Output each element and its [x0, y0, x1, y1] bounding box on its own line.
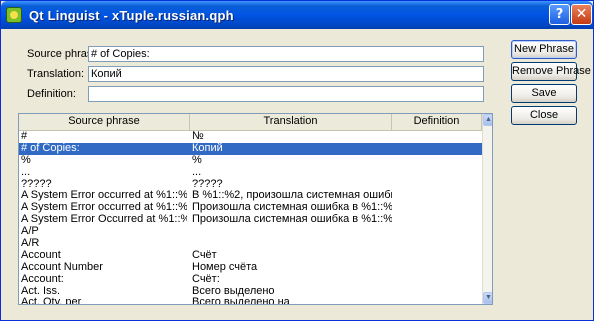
translation-cell: %	[192, 154, 202, 166]
save-button[interactable]: Save	[511, 84, 577, 103]
remove-phrase-button[interactable]: Remove Phrase	[511, 62, 591, 81]
table-row[interactable]: ......	[19, 167, 482, 179]
table-row[interactable]: A System Error Occurred at %1::%2. Произо…	[19, 214, 482, 226]
table-body: # № # of Copies: Копий%%......?????????? A S…	[19, 131, 482, 305]
translation-cell: Произошла системная ошибка в %1::%2.	[192, 202, 392, 214]
definition-field[interactable]	[88, 86, 484, 102]
close-button[interactable]: Close	[511, 106, 577, 125]
table-row[interactable]: A/R	[19, 238, 482, 250]
phrase-table[interactable]: Source phrase Translation Definition # № #…	[18, 113, 493, 305]
table-row[interactable]: Account Счёт	[19, 250, 482, 262]
translation-cell: Счёт	[192, 249, 217, 261]
qt-linguist-icon	[6, 7, 22, 23]
table-row[interactable]: A System Error occurred at %1::%2. Произо…	[19, 202, 482, 214]
definition-label: Definition:	[27, 88, 76, 100]
close-window-button[interactable]: ✕	[571, 4, 592, 25]
vertical-scrollbar[interactable]: ▲ ▼	[482, 114, 492, 304]
translation-cell: Счёт:	[192, 273, 220, 285]
source-cell: Act. Iss.	[21, 285, 61, 297]
arrow-up-icon[interactable]: ▲	[483, 114, 492, 126]
title-bar[interactable]: Qt Linguist - xTuple.russian.qph ? ✕	[1, 1, 593, 29]
translation-cell: Произошла системная ошибка в %1::%2.	[192, 214, 392, 226]
translation-cell: Копий	[192, 142, 223, 154]
source-cell: Account Number	[21, 261, 103, 273]
source-cell: Account:	[21, 273, 64, 285]
source-cell: Account	[21, 249, 61, 261]
window-title: Qt Linguist - xTuple.russian.qph	[29, 8, 234, 23]
translation-cell: ?????	[192, 178, 223, 190]
main-window: Qt Linguist - xTuple.russian.qph ? ✕ Sou…	[0, 0, 594, 321]
table-row[interactable]: Account: Счёт:	[19, 274, 482, 286]
translation-cell: ...	[192, 166, 202, 178]
table-row[interactable]: # of Copies: Копий	[19, 142, 482, 155]
table-row[interactable]: Act. Iss. Всего выделено	[19, 286, 482, 298]
source-phrase-field[interactable]: # of Copies:	[88, 46, 484, 62]
source-cell: A System Error occurred at %1::%2.	[21, 202, 187, 214]
translation-cell: Номер счёта	[192, 261, 258, 273]
table-row[interactable]: Act. Qty. per Всего выделено на	[19, 297, 482, 305]
table-header: Source phrase Translation Definition	[19, 114, 482, 131]
translation-cell: №	[192, 131, 204, 142]
source-cell: A System Error occurred at %1::%2, Err..…	[21, 190, 187, 202]
source-cell: %	[21, 154, 31, 166]
arrow-down-icon[interactable]: ▼	[483, 292, 492, 304]
source-cell: A/R	[21, 238, 40, 250]
source-cell: A System Error Occurred at %1::%2.	[21, 214, 187, 226]
table-row[interactable]: A System Error occurred at %1::%2, Err..…	[19, 190, 482, 202]
translation-cell: В %1::%2, произошла системная ошибка #%3…	[192, 190, 392, 202]
new-phrase-button[interactable]: New Phrase	[511, 40, 577, 59]
source-cell: # of Copies:	[21, 142, 80, 154]
translation-field[interactable]: Копий	[88, 66, 484, 82]
source-cell: ...	[21, 166, 31, 178]
table-row[interactable]: ??????????	[19, 179, 482, 191]
translation-label: Translation:	[27, 68, 85, 80]
translation-cell: Всего выделено на	[192, 297, 290, 305]
column-header-source[interactable]: Source phrase	[19, 114, 190, 130]
source-cell: ?????	[21, 178, 52, 190]
source-cell: A/P	[21, 226, 39, 238]
table-row[interactable]: Account Number Номер счёта	[19, 262, 482, 274]
table-row[interactable]: A/P	[19, 226, 482, 238]
column-header-definition[interactable]: Definition	[392, 114, 482, 130]
translation-cell: Всего выделено	[192, 285, 275, 297]
table-row[interactable]: %%	[19, 155, 482, 167]
table-row[interactable]: # №	[19, 131, 482, 143]
source-cell: #	[21, 131, 28, 142]
source-cell: Act. Qty. per	[21, 297, 82, 305]
column-header-translation[interactable]: Translation	[190, 114, 392, 130]
help-button[interactable]: ?	[549, 4, 570, 25]
